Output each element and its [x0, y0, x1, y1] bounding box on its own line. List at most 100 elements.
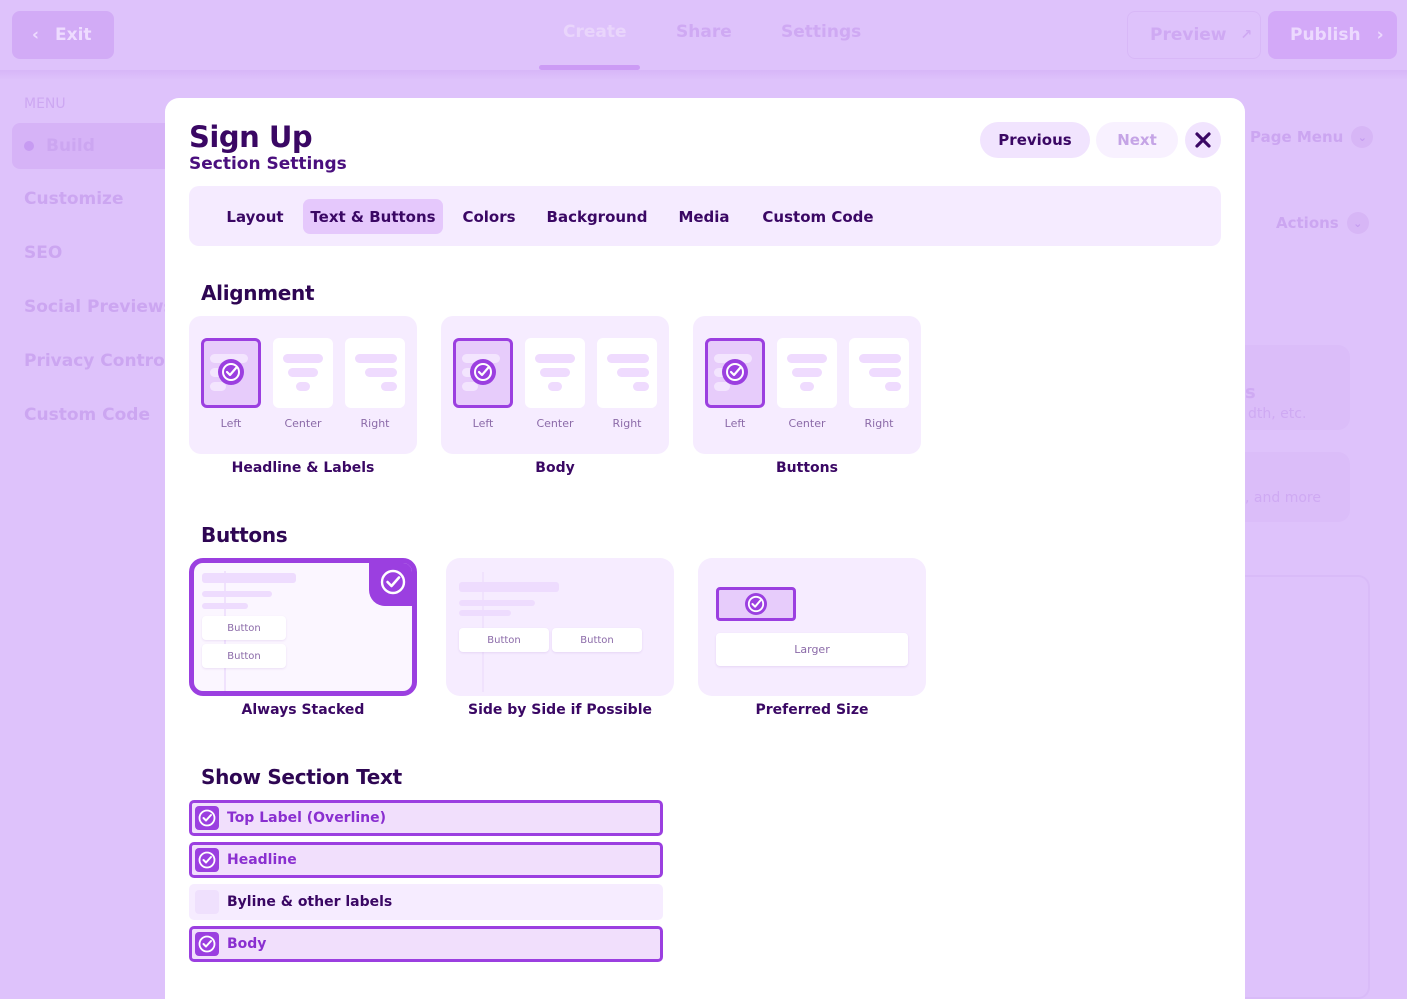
larger-button: Larger [716, 633, 908, 666]
alignment-group-body: Left Center Right [441, 316, 669, 454]
check-circle-icon [745, 593, 767, 615]
sidebar-item-privacy-controls[interactable]: Privacy Controls [24, 351, 181, 371]
sidebar-item-label: Build [46, 136, 95, 156]
alignment-heading: Alignment [201, 281, 315, 305]
sidebar-item-customize[interactable]: Customize [24, 189, 123, 209]
publish-label: Publish [1290, 25, 1361, 45]
side-by-side-label: Side by Side if Possible [468, 702, 652, 718]
align-left-caption: Left [724, 417, 746, 430]
checkbox-label: Headline [227, 852, 297, 868]
close-button[interactable] [1185, 122, 1221, 158]
alignment-group-label: Buttons [776, 460, 838, 476]
alignment-group-buttons: Left Center Right [693, 316, 921, 454]
align-left-option[interactable] [201, 338, 261, 408]
top-label-checkbox[interactable]: Top Label (Overline) [189, 800, 663, 836]
alignment-group-label: Body [535, 460, 575, 476]
sidebar-item-custom-code[interactable]: Custom Code [24, 405, 150, 425]
previous-button[interactable]: Previous [980, 122, 1090, 158]
show-section-text-heading: Show Section Text [201, 765, 402, 789]
active-dot-icon [24, 141, 34, 151]
align-left-option[interactable] [705, 338, 765, 408]
preferred-size-option[interactable]: Larger [698, 558, 926, 696]
sidebar-item-seo[interactable]: SEO [24, 243, 62, 263]
preferred-size-label: Preferred Size [755, 702, 869, 718]
menu-title: MENU [24, 96, 66, 112]
tab-text-and-buttons[interactable]: Text & Buttons [303, 199, 443, 234]
align-right-option[interactable] [849, 338, 909, 408]
page-menu-label: Page Menu [1250, 128, 1344, 146]
actions-dropdown[interactable]: Actions ⌄ [1276, 212, 1369, 234]
tab-share[interactable]: Share [676, 22, 732, 42]
top-bar: ‹ Exit Create Share Settings Preview ↗ P… [0, 0, 1407, 70]
align-center-caption: Center [536, 417, 574, 430]
align-center-caption: Center [284, 417, 322, 430]
modal-subtitle: Section Settings [189, 154, 347, 174]
always-stacked-option[interactable]: Button Button [189, 558, 417, 696]
preview-label: Preview [1150, 25, 1227, 45]
mini-button: Button [202, 644, 286, 668]
align-center-option[interactable] [525, 338, 585, 408]
align-center-option[interactable] [777, 338, 837, 408]
page-menu-dropdown[interactable]: Page Menu ⌄ [1250, 126, 1374, 148]
background-card-text: , and more [1245, 490, 1321, 506]
alignment-group-label: Headline & Labels [231, 460, 375, 476]
always-stacked-label: Always Stacked [241, 702, 365, 718]
check-circle-icon [369, 563, 412, 606]
chevron-right-icon: › [1376, 25, 1384, 45]
tab-layout[interactable]: Layout [213, 199, 297, 234]
settings-tabs: Layout Text & Buttons Colors Background … [189, 186, 1221, 246]
check-circle-icon [195, 806, 219, 830]
align-center-caption: Center [788, 417, 826, 430]
exit-label: Exit [55, 25, 92, 45]
body-checkbox[interactable]: Body [189, 926, 663, 962]
section-settings-modal: Sign Up Section Settings Previous Next L… [165, 98, 1245, 999]
align-right-option[interactable] [345, 338, 405, 408]
align-right-caption: Right [864, 417, 894, 430]
check-circle-icon [218, 359, 244, 385]
align-right-caption: Right [612, 417, 642, 430]
empty-checkbox-icon [195, 890, 219, 914]
tab-custom-code[interactable]: Custom Code [753, 199, 883, 234]
background-card-text: dth, etc. [1248, 406, 1307, 422]
mini-button: Button [202, 616, 286, 640]
tab-media[interactable]: Media [667, 199, 741, 234]
background-panel [1230, 575, 1370, 999]
background-card [1230, 452, 1350, 522]
check-circle-icon [195, 848, 219, 872]
external-link-icon: ↗ [1240, 27, 1253, 43]
mini-button: Button [552, 628, 642, 652]
checkbox-label: Byline & other labels [227, 894, 393, 910]
actions-label: Actions [1276, 214, 1339, 232]
headline-checkbox[interactable]: Headline [189, 842, 663, 878]
align-center-option[interactable] [273, 338, 333, 408]
tab-background[interactable]: Background [539, 199, 655, 234]
align-left-caption: Left [472, 417, 494, 430]
sidebar-item-social-previews[interactable]: Social Previews [24, 297, 174, 317]
exit-button[interactable]: ‹ Exit [12, 11, 114, 59]
align-right-caption: Right [360, 417, 390, 430]
chevron-left-icon: ‹ [32, 25, 40, 45]
close-icon [1195, 132, 1211, 148]
align-right-option[interactable] [597, 338, 657, 408]
tab-settings[interactable]: Settings [781, 22, 861, 42]
preview-button[interactable]: Preview ↗ [1127, 11, 1261, 59]
side-by-side-option[interactable]: Button Button [446, 558, 674, 696]
check-circle-icon [470, 359, 496, 385]
align-left-caption: Left [220, 417, 242, 430]
modal-title: Sign Up [189, 120, 313, 154]
buttons-heading: Buttons [201, 523, 288, 547]
chevron-down-icon: ⌄ [1346, 212, 1369, 234]
publish-button[interactable]: Publish › [1268, 11, 1397, 59]
byline-checkbox[interactable]: Byline & other labels [189, 884, 663, 920]
checkbox-label: Body [227, 936, 267, 952]
align-left-option[interactable] [453, 338, 513, 408]
preferred-size-check [716, 587, 796, 621]
tab-colors[interactable]: Colors [451, 199, 527, 234]
check-circle-icon [722, 359, 748, 385]
background-card-title: s [1245, 382, 1256, 403]
alignment-group-headline: Left Center Right [189, 316, 417, 454]
next-button[interactable]: Next [1096, 122, 1178, 158]
tab-create[interactable]: Create [563, 22, 627, 42]
chevron-down-icon: ⌄ [1351, 126, 1374, 148]
check-circle-icon [195, 932, 219, 956]
